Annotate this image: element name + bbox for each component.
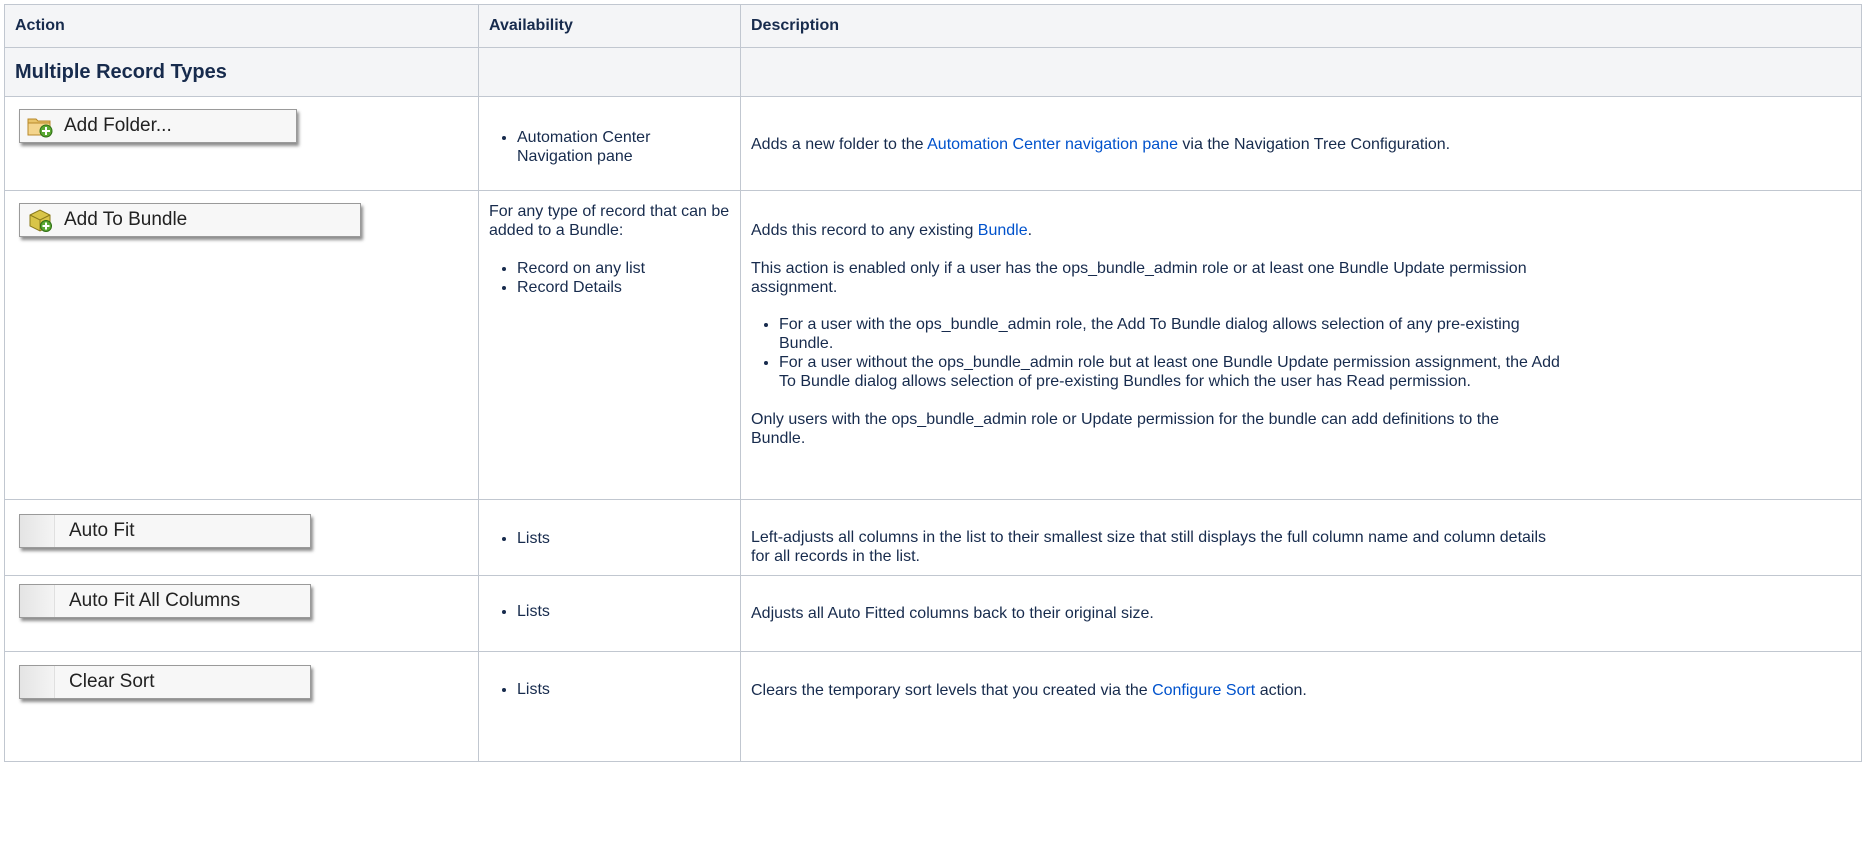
list-item: Automation Center Navigation pane <box>517 128 730 166</box>
header-action: Action <box>4 4 479 48</box>
list-item: Lists <box>517 680 730 699</box>
desc-text: action. <box>1255 682 1307 699</box>
section-cell: Multiple Record Types <box>4 47 479 97</box>
actions-table: Action Availability Description Multiple… <box>4 4 1862 762</box>
availability-cell: For any type of record that can be added… <box>478 190 741 500</box>
desc-text: Adds a new folder to the <box>751 136 928 153</box>
add-to-bundle-button[interactable]: Add To Bundle <box>19 203 361 237</box>
description-cell: Adds a new folder to the Automation Cent… <box>740 96 1862 191</box>
button-stub <box>20 585 55 617</box>
table-row: Auto Fit All Columns Lists Adjusts all A… <box>4 575 1862 652</box>
list-item: Lists <box>517 602 730 621</box>
list-item: For a user with the ops_bundle_admin rol… <box>779 315 1569 353</box>
section-title: Multiple Record Types <box>15 60 227 83</box>
desc-text: Adds this record to any existing <box>751 222 978 239</box>
folder-add-icon <box>26 112 54 140</box>
action-cell: Add To Bundle <box>4 190 479 500</box>
action-cell: Add Folder... <box>4 96 479 191</box>
table-row: Add To Bundle For any type of record tha… <box>4 190 1862 500</box>
availability-intro: For any type of record that can be added… <box>489 203 730 239</box>
description-cell: Clears the temporary sort levels that yo… <box>740 651 1862 762</box>
section-empty-1 <box>478 47 741 97</box>
automation-center-link[interactable]: Automation Center navigation pane <box>927 136 1178 153</box>
header-availability: Availability <box>478 4 741 48</box>
button-stub <box>20 515 55 547</box>
bundle-box-icon <box>26 206 54 234</box>
desc-paragraph: Left-adjusts all columns in the list to … <box>751 529 1547 565</box>
section-row: Multiple Record Types <box>4 47 1862 97</box>
description-cell: Left-adjusts all columns in the list to … <box>740 499 1862 576</box>
add-folder-button[interactable]: Add Folder... <box>19 109 297 143</box>
availability-cell: Lists <box>478 575 741 652</box>
bundle-link[interactable]: Bundle <box>978 222 1028 239</box>
auto-fit-button[interactable]: Auto Fit <box>19 514 311 548</box>
add-to-bundle-label: Add To Bundle <box>64 209 188 230</box>
auto-fit-all-columns-button[interactable]: Auto Fit All Columns <box>19 584 311 618</box>
table-row: Clear Sort Lists Clears the temporary so… <box>4 651 1862 762</box>
list-item: Record on any list <box>517 259 730 278</box>
availability-cell: Automation Center Navigation pane <box>478 96 741 191</box>
description-cell: Adds this record to any existing Bundle.… <box>740 190 1862 500</box>
availability-cell: Lists <box>478 651 741 762</box>
action-cell: Auto Fit All Columns <box>4 575 479 652</box>
desc-paragraph: Adjusts all Auto Fitted columns back to … <box>751 605 1154 622</box>
header-description: Description <box>740 4 1862 48</box>
clear-sort-label: Clear Sort <box>69 671 155 692</box>
desc-paragraph: This action is enabled only if a user ha… <box>751 260 1527 296</box>
list-item: For a user without the ops_bundle_admin … <box>779 353 1569 391</box>
desc-text: . <box>1027 222 1033 239</box>
auto-fit-label: Auto Fit <box>69 520 135 541</box>
add-folder-label: Add Folder... <box>64 115 172 136</box>
list-item: Lists <box>517 529 730 548</box>
action-cell: Auto Fit <box>4 499 479 576</box>
auto-fit-all-columns-label: Auto Fit All Columns <box>69 590 241 611</box>
button-stub <box>20 666 55 698</box>
action-cell: Clear Sort <box>4 651 479 762</box>
table-row: Add Folder... Automation Center Navigati… <box>4 96 1862 191</box>
availability-cell: Lists <box>478 499 741 576</box>
desc-text: Clears the temporary sort levels that yo… <box>751 682 1153 699</box>
desc-paragraph: Only users with the ops_bundle_admin rol… <box>751 411 1500 447</box>
section-empty-2 <box>740 47 1862 97</box>
desc-text: via the Navigation Tree Configuration. <box>1177 136 1451 153</box>
description-cell: Adjusts all Auto Fitted columns back to … <box>740 575 1862 652</box>
configure-sort-link[interactable]: Configure Sort <box>1152 682 1255 699</box>
list-item: Record Details <box>517 278 730 297</box>
clear-sort-button[interactable]: Clear Sort <box>19 665 311 699</box>
table-row: Auto Fit Lists Left-adjusts all columns … <box>4 499 1862 576</box>
header-row: Action Availability Description <box>4 4 1862 48</box>
